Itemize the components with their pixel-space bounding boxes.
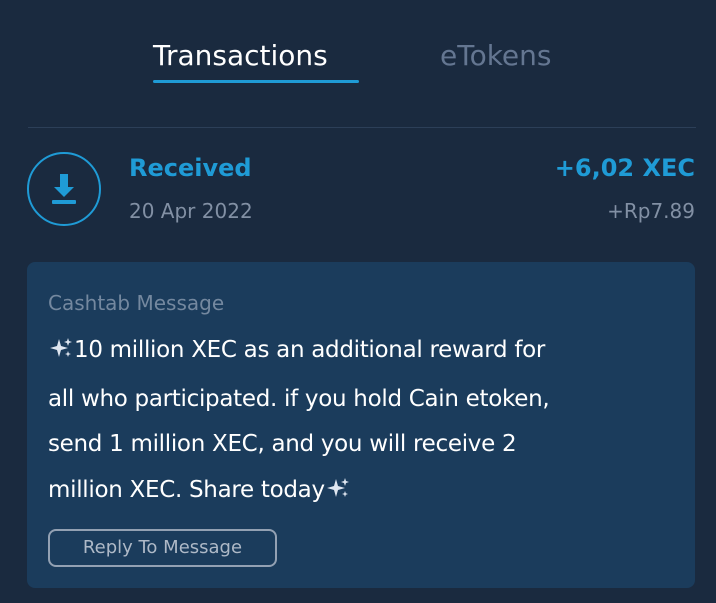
transaction-amount: +6,02 XEC [554, 154, 695, 182]
reply-to-message-button[interactable]: Reply To Message [48, 529, 277, 567]
message-line: send 1 million XEC, and you will receive… [48, 431, 517, 457]
divider [28, 127, 696, 128]
cashtab-message-box: Cashtab Message 10 million XEC as an add… [27, 262, 695, 588]
tab-bar: Transactions eTokens [0, 0, 716, 100]
tab-etokens-label: eTokens [440, 39, 552, 72]
transaction-date: 20 Apr 2022 [129, 199, 253, 223]
tab-etokens[interactable]: eTokens [440, 36, 551, 76]
message-line: all who participated. if you hold Cain e… [48, 385, 550, 412]
tab-transactions-label: Transactions [153, 39, 328, 72]
message-text: 10 million XEC as an additional reward f… [48, 328, 682, 516]
message-label: Cashtab Message [48, 291, 225, 315]
message-line: 10 million XEC as an additional reward f… [48, 328, 682, 377]
download-icon [27, 152, 101, 226]
sparkles-icon [325, 471, 351, 517]
message-line: million XEC. Share today [48, 468, 682, 517]
active-tab-indicator [153, 80, 359, 83]
transaction-fiat-amount: +Rp7.89 [607, 199, 695, 223]
sparkles-icon [48, 331, 74, 377]
tab-transactions[interactable]: Transactions [153, 36, 359, 83]
transaction-type: Received [129, 154, 252, 182]
